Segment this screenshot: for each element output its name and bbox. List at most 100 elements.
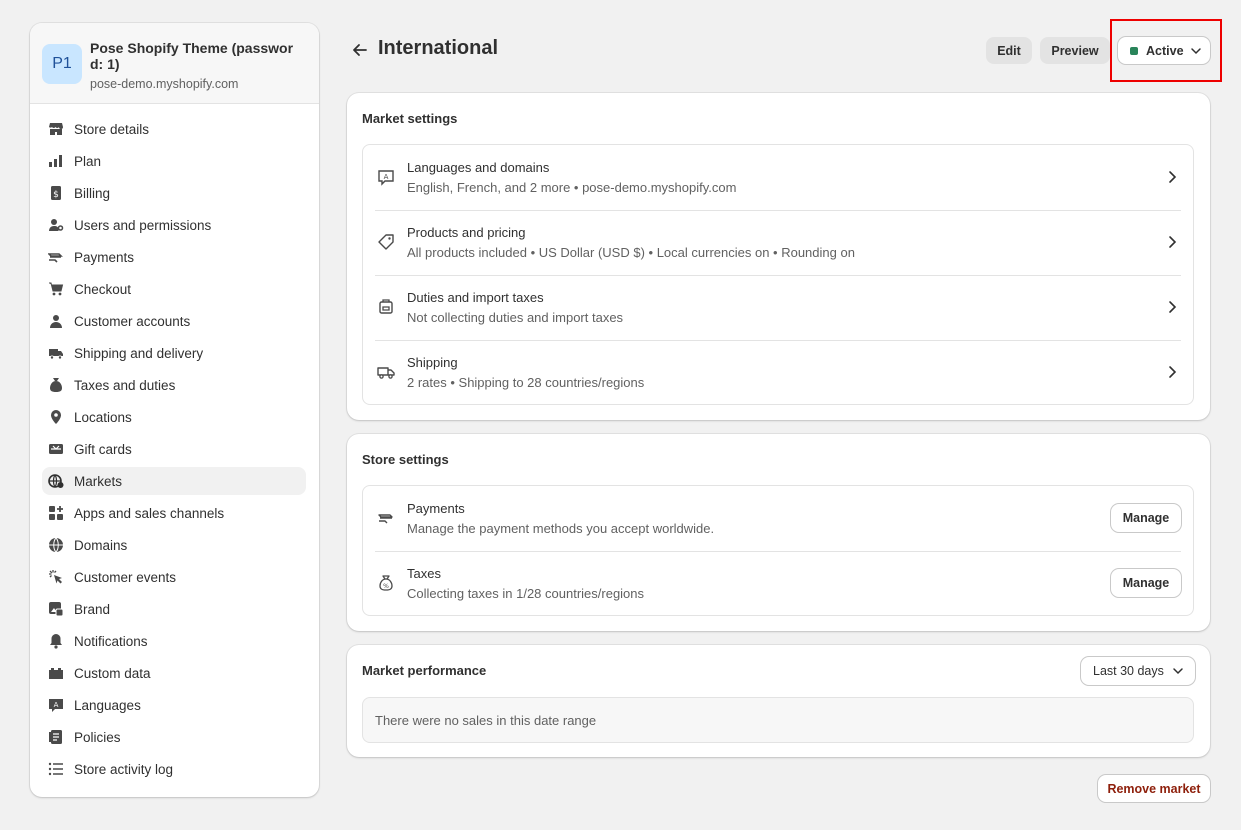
divider <box>375 551 1181 552</box>
bell-icon <box>48 633 64 649</box>
brand-icon <box>48 601 64 617</box>
sidebar-item-locations[interactable]: Locations <box>42 403 306 431</box>
store-header[interactable]: P1 Pose Shopify Theme (password: 1) pose… <box>30 23 319 104</box>
payments-icon <box>48 249 64 265</box>
store-settings-list: Payments Manage the payment methods you … <box>362 485 1194 616</box>
sidebar-item-label: Locations <box>74 409 132 425</box>
back-arrow-icon[interactable] <box>350 40 370 60</box>
card-title: Market settings <box>362 111 458 126</box>
remove-market-button[interactable]: Remove market <box>1098 775 1210 802</box>
sidebar-item-customer-accounts[interactable]: Customer accounts <box>42 307 306 335</box>
row-taxes: % Taxes Collecting taxes in 1/28 countri… <box>363 551 1193 616</box>
plan-icon <box>48 153 64 169</box>
svg-text:%: % <box>383 583 389 590</box>
market-settings-list: A Languages and domains English, French,… <box>362 144 1194 405</box>
sidebar-item-store-details[interactable]: Store details <box>42 115 306 143</box>
sidebar-item-languages[interactable]: A Languages <box>42 691 306 719</box>
globe-dollar-icon <box>48 473 64 489</box>
row-languages-domains[interactable]: A Languages and domains English, French,… <box>363 145 1193 210</box>
sidebar-item-label: Billing <box>74 185 111 201</box>
sidebar-item-taxes[interactable]: Taxes and duties <box>42 371 306 399</box>
row-title: Payments <box>407 501 465 516</box>
row-title: Taxes <box>407 566 441 581</box>
truck-icon <box>377 363 395 381</box>
sidebar-item-apps[interactable]: Apps and sales channels <box>42 499 306 527</box>
sidebar-item-label: Taxes and duties <box>74 377 176 393</box>
sidebar-item-domains[interactable]: Domains <box>42 531 306 559</box>
sidebar-item-gift-cards[interactable]: Gift cards <box>42 435 306 463</box>
sidebar-item-customer-events[interactable]: Customer events <box>42 563 306 591</box>
page-title: International <box>378 37 499 59</box>
gift-card-icon <box>48 441 64 457</box>
edit-button[interactable]: Edit <box>986 37 1032 64</box>
store-settings-card: Store settings Payments Manage the payme… <box>347 434 1210 631</box>
sidebar-item-users[interactable]: Users and permissions <box>42 211 306 239</box>
card-title: Store settings <box>362 452 449 467</box>
row-payments: Payments Manage the payment methods you … <box>363 486 1193 551</box>
chevron-down-icon <box>1173 668 1183 675</box>
status-dot-icon <box>1130 46 1138 55</box>
row-title: Duties and import taxes <box>407 290 544 305</box>
money-bag-icon <box>48 377 64 393</box>
sidebar-item-notifications[interactable]: Notifications <box>42 627 306 655</box>
row-products-pricing[interactable]: Products and pricing All products includ… <box>363 210 1193 275</box>
list-icon <box>48 761 64 777</box>
sidebar-item-label: Brand <box>74 601 111 617</box>
svg-text:$: $ <box>53 190 59 200</box>
sidebar-item-checkout[interactable]: Checkout <box>42 275 306 303</box>
market-settings-card: Market settings A Languages and domains … <box>347 93 1210 420</box>
store-avatar: P1 <box>42 44 82 84</box>
sidebar-item-brand[interactable]: Brand <box>42 595 306 623</box>
status-dropdown[interactable]: Active <box>1118 37 1210 64</box>
chevron-right-icon[interactable] <box>1165 235 1179 249</box>
manage-taxes-button[interactable]: Manage <box>1111 569 1181 597</box>
divider <box>375 340 1181 341</box>
chevron-down-icon <box>1190 47 1201 54</box>
language-icon: A <box>377 168 395 186</box>
money-bag-icon: % <box>377 574 395 592</box>
row-subtitle: English, French, and 2 more • pose-demo.… <box>407 180 737 195</box>
sidebar-item-plan[interactable]: Plan <box>42 147 306 175</box>
sidebar-item-custom-data[interactable]: Custom data <box>42 659 306 687</box>
globe-icon <box>48 537 64 553</box>
sidebar-item-label: Store activity log <box>74 761 174 777</box>
sidebar-item-payments[interactable]: Payments <box>42 243 306 271</box>
store-domain: pose-demo.myshopify.com <box>90 77 239 91</box>
sidebar-item-label: Languages <box>74 697 141 713</box>
store-icon <box>48 121 64 137</box>
sidebar-item-store-activity-log[interactable]: Store activity log <box>42 755 306 783</box>
sidebar-item-shipping[interactable]: Shipping and delivery <box>42 339 306 367</box>
sidebar-item-markets[interactable]: Markets <box>42 467 306 495</box>
location-icon <box>48 409 64 425</box>
apps-icon <box>48 505 64 521</box>
person-icon <box>48 313 64 329</box>
sidebar-item-label: Domains <box>74 537 128 553</box>
language-icon: A <box>48 697 64 713</box>
sidebar-item-label: Users and permissions <box>74 217 212 233</box>
cursor-click-icon <box>48 569 64 585</box>
preview-button[interactable]: Preview <box>1040 37 1110 64</box>
payments-icon <box>377 509 395 527</box>
chevron-right-icon[interactable] <box>1165 365 1179 379</box>
row-duties-import-taxes[interactable]: Duties and import taxes Not collecting d… <box>363 275 1193 340</box>
row-shipping[interactable]: Shipping 2 rates • Shipping to 28 countr… <box>363 340 1193 405</box>
sidebar-item-billing[interactable]: $ Billing <box>42 179 306 207</box>
custom-data-icon <box>48 665 64 681</box>
sidebar-item-label: Checkout <box>74 281 132 297</box>
policies-icon <box>48 729 64 745</box>
row-subtitle: Manage the payment methods you accept wo… <box>407 521 715 536</box>
sidebar-item-policies[interactable]: Policies <box>42 723 306 751</box>
date-range-select[interactable]: Last 30 days <box>1081 657 1195 685</box>
date-range-label: Last 30 days <box>1093 664 1164 678</box>
sidebar-item-label: Shipping and delivery <box>74 345 204 361</box>
chevron-right-icon[interactable] <box>1165 300 1179 314</box>
chevron-right-icon[interactable] <box>1165 170 1179 184</box>
cart-icon <box>48 281 64 297</box>
sidebar-item-label: Gift cards <box>74 441 132 457</box>
card-title: Market performance <box>362 663 487 678</box>
manage-payments-button[interactable]: Manage <box>1111 504 1181 532</box>
settings-nav: Store details Plan $ Billing Users and p… <box>42 115 306 787</box>
users-icon <box>48 217 64 233</box>
status-label: Active <box>1146 43 1184 58</box>
sidebar-item-label: Store details <box>74 121 150 137</box>
